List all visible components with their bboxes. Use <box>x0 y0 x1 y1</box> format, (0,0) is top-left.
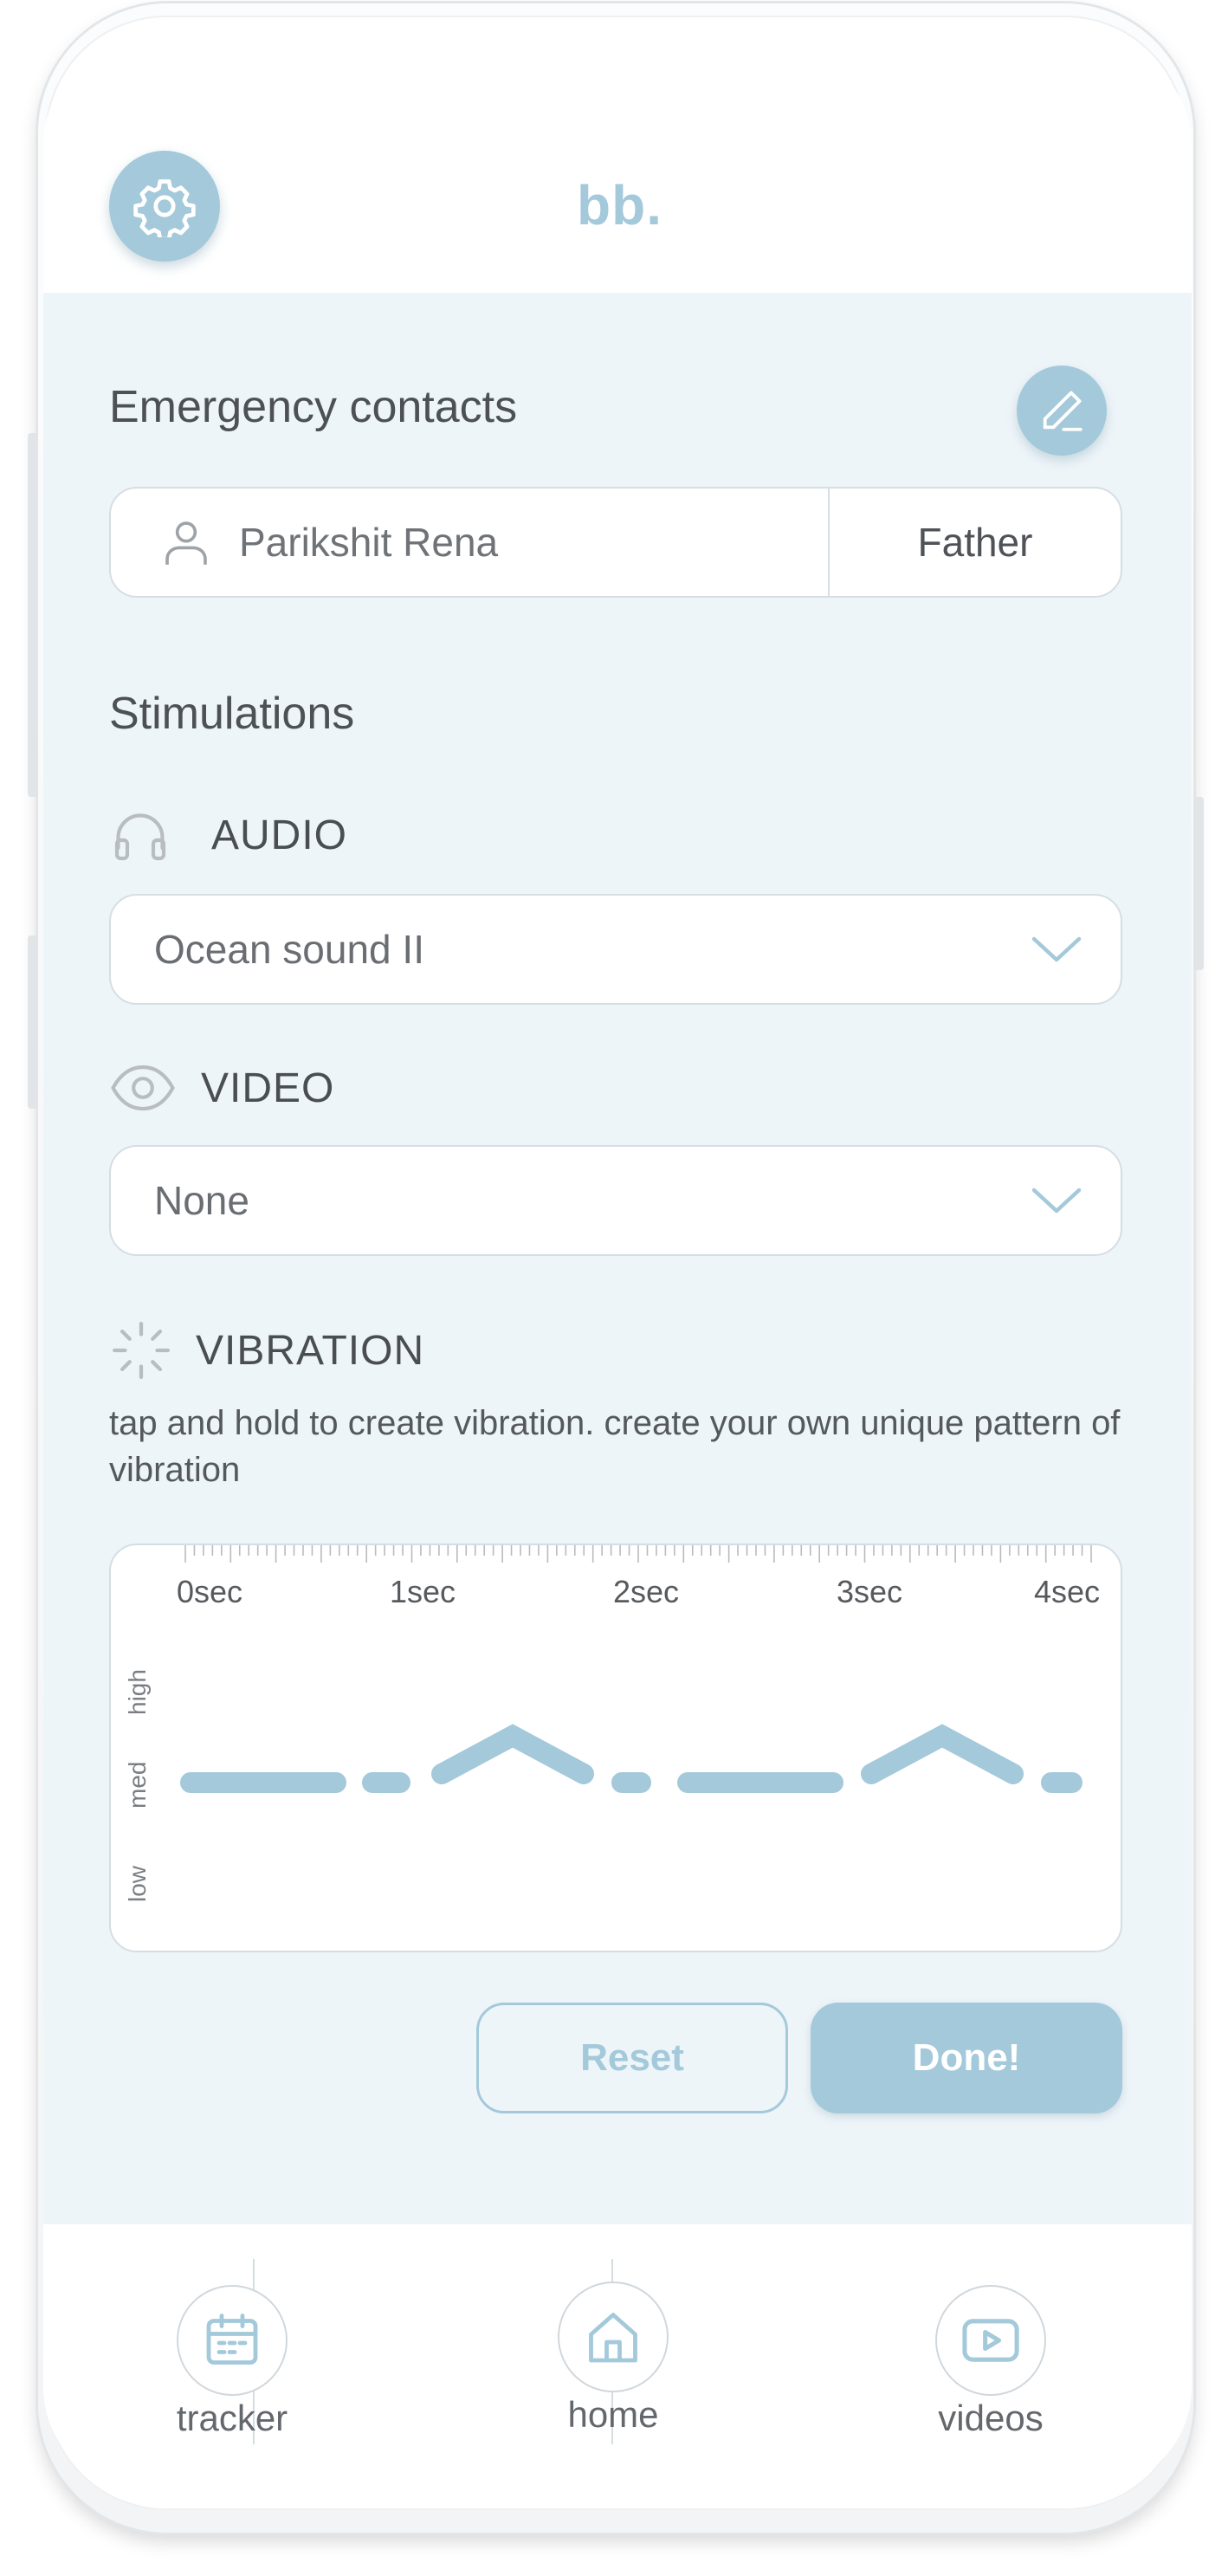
video-select[interactable]: None <box>109 1145 1122 1256</box>
nav-home-circle[interactable] <box>558 2282 669 2392</box>
play-icon <box>962 2319 1019 2362</box>
edit-contacts-button[interactable] <box>1017 366 1107 456</box>
emergency-contacts-title: Emergency contacts <box>109 382 518 432</box>
time-label-0sec: 0sec <box>177 1574 242 1609</box>
audio-label-row: AUDIO <box>109 804 347 866</box>
nav-tracker-circle[interactable] <box>177 2285 288 2396</box>
audio-selected-value: Ocean sound II <box>154 927 424 972</box>
time-ruler <box>184 1545 1092 1563</box>
time-label-1sec: 1sec <box>390 1574 456 1609</box>
app-header: bb. <box>43 42 1192 293</box>
nav-tracker-label: tracker <box>176 2398 288 2438</box>
vibration-timeline[interactable]: 0sec 1sec 2sec 3sec 4sec high med low <box>111 1545 1122 1952</box>
nav-videos-circle[interactable] <box>935 2285 1046 2396</box>
nav-videos[interactable]: videos <box>904 2285 1077 2439</box>
level-label-high: high <box>124 1669 151 1715</box>
bottom-navigation: tracker home videos <box>43 2224 1192 2491</box>
vibration-icon <box>113 1322 170 1379</box>
video-label: VIDEO <box>201 1065 335 1111</box>
contact-relation[interactable]: Father <box>830 489 1121 596</box>
settings-button[interactable] <box>109 151 220 262</box>
emergency-contact-row[interactable]: Parikshit Rena Father <box>109 487 1122 598</box>
level-label-med: med <box>124 1762 151 1809</box>
calendar-icon <box>206 2314 258 2365</box>
audio-select[interactable]: Ocean sound II <box>109 894 1122 1005</box>
nav-videos-label: videos <box>938 2398 1044 2438</box>
vibration-pattern-editor[interactable]: 0sec 1sec 2sec 3sec 4sec high med low <box>109 1544 1122 1952</box>
side-button-power <box>1193 797 1204 970</box>
nav-tracker[interactable]: tracker <box>145 2285 319 2439</box>
contact-name: Parikshit Rena <box>239 520 499 565</box>
side-button-volume-up <box>28 433 38 797</box>
user-icon <box>165 521 207 565</box>
time-label-3sec: 3sec <box>837 1574 902 1609</box>
headphones-icon <box>114 813 166 861</box>
done-button[interactable]: Done! <box>811 2003 1122 2113</box>
eye-icon <box>111 1065 175 1111</box>
video-selected-value: None <box>154 1178 249 1223</box>
video-label-row: VIDEO <box>109 1062 334 1114</box>
time-label-2sec: 2sec <box>613 1574 679 1609</box>
vibration-help-text: tap and hold to create vibration. create… <box>109 1404 1121 1489</box>
nav-home[interactable]: home <box>527 2282 700 2436</box>
chevron-down-icon <box>1031 936 1082 962</box>
reset-button[interactable]: Reset <box>476 2003 788 2113</box>
vibration-label-row: VIBRATION <box>109 1318 424 1382</box>
level-label-low: low <box>124 1865 151 1902</box>
home-icon <box>589 2313 637 2363</box>
stimulations-title: Stimulations <box>109 689 355 739</box>
app-logo: bb. <box>577 174 662 236</box>
vibration-label: VIBRATION <box>196 1327 425 1374</box>
nav-home-label: home <box>567 2394 659 2435</box>
audio-label: AUDIO <box>211 812 348 858</box>
pencil-icon <box>1043 391 1083 431</box>
vibration-segment[interactable] <box>861 1724 1024 1784</box>
time-label-4sec: 4sec <box>1034 1574 1100 1609</box>
contact-name-field[interactable]: Parikshit Rena <box>111 489 830 596</box>
side-button-volume-down <box>28 935 38 1109</box>
gear-icon <box>133 179 196 237</box>
vibration-segment[interactable] <box>431 1724 594 1784</box>
chevron-down-icon <box>1031 1188 1082 1214</box>
app-screen: bb. Emergency contacts Parikshit Rena Fa… <box>43 42 1192 2491</box>
